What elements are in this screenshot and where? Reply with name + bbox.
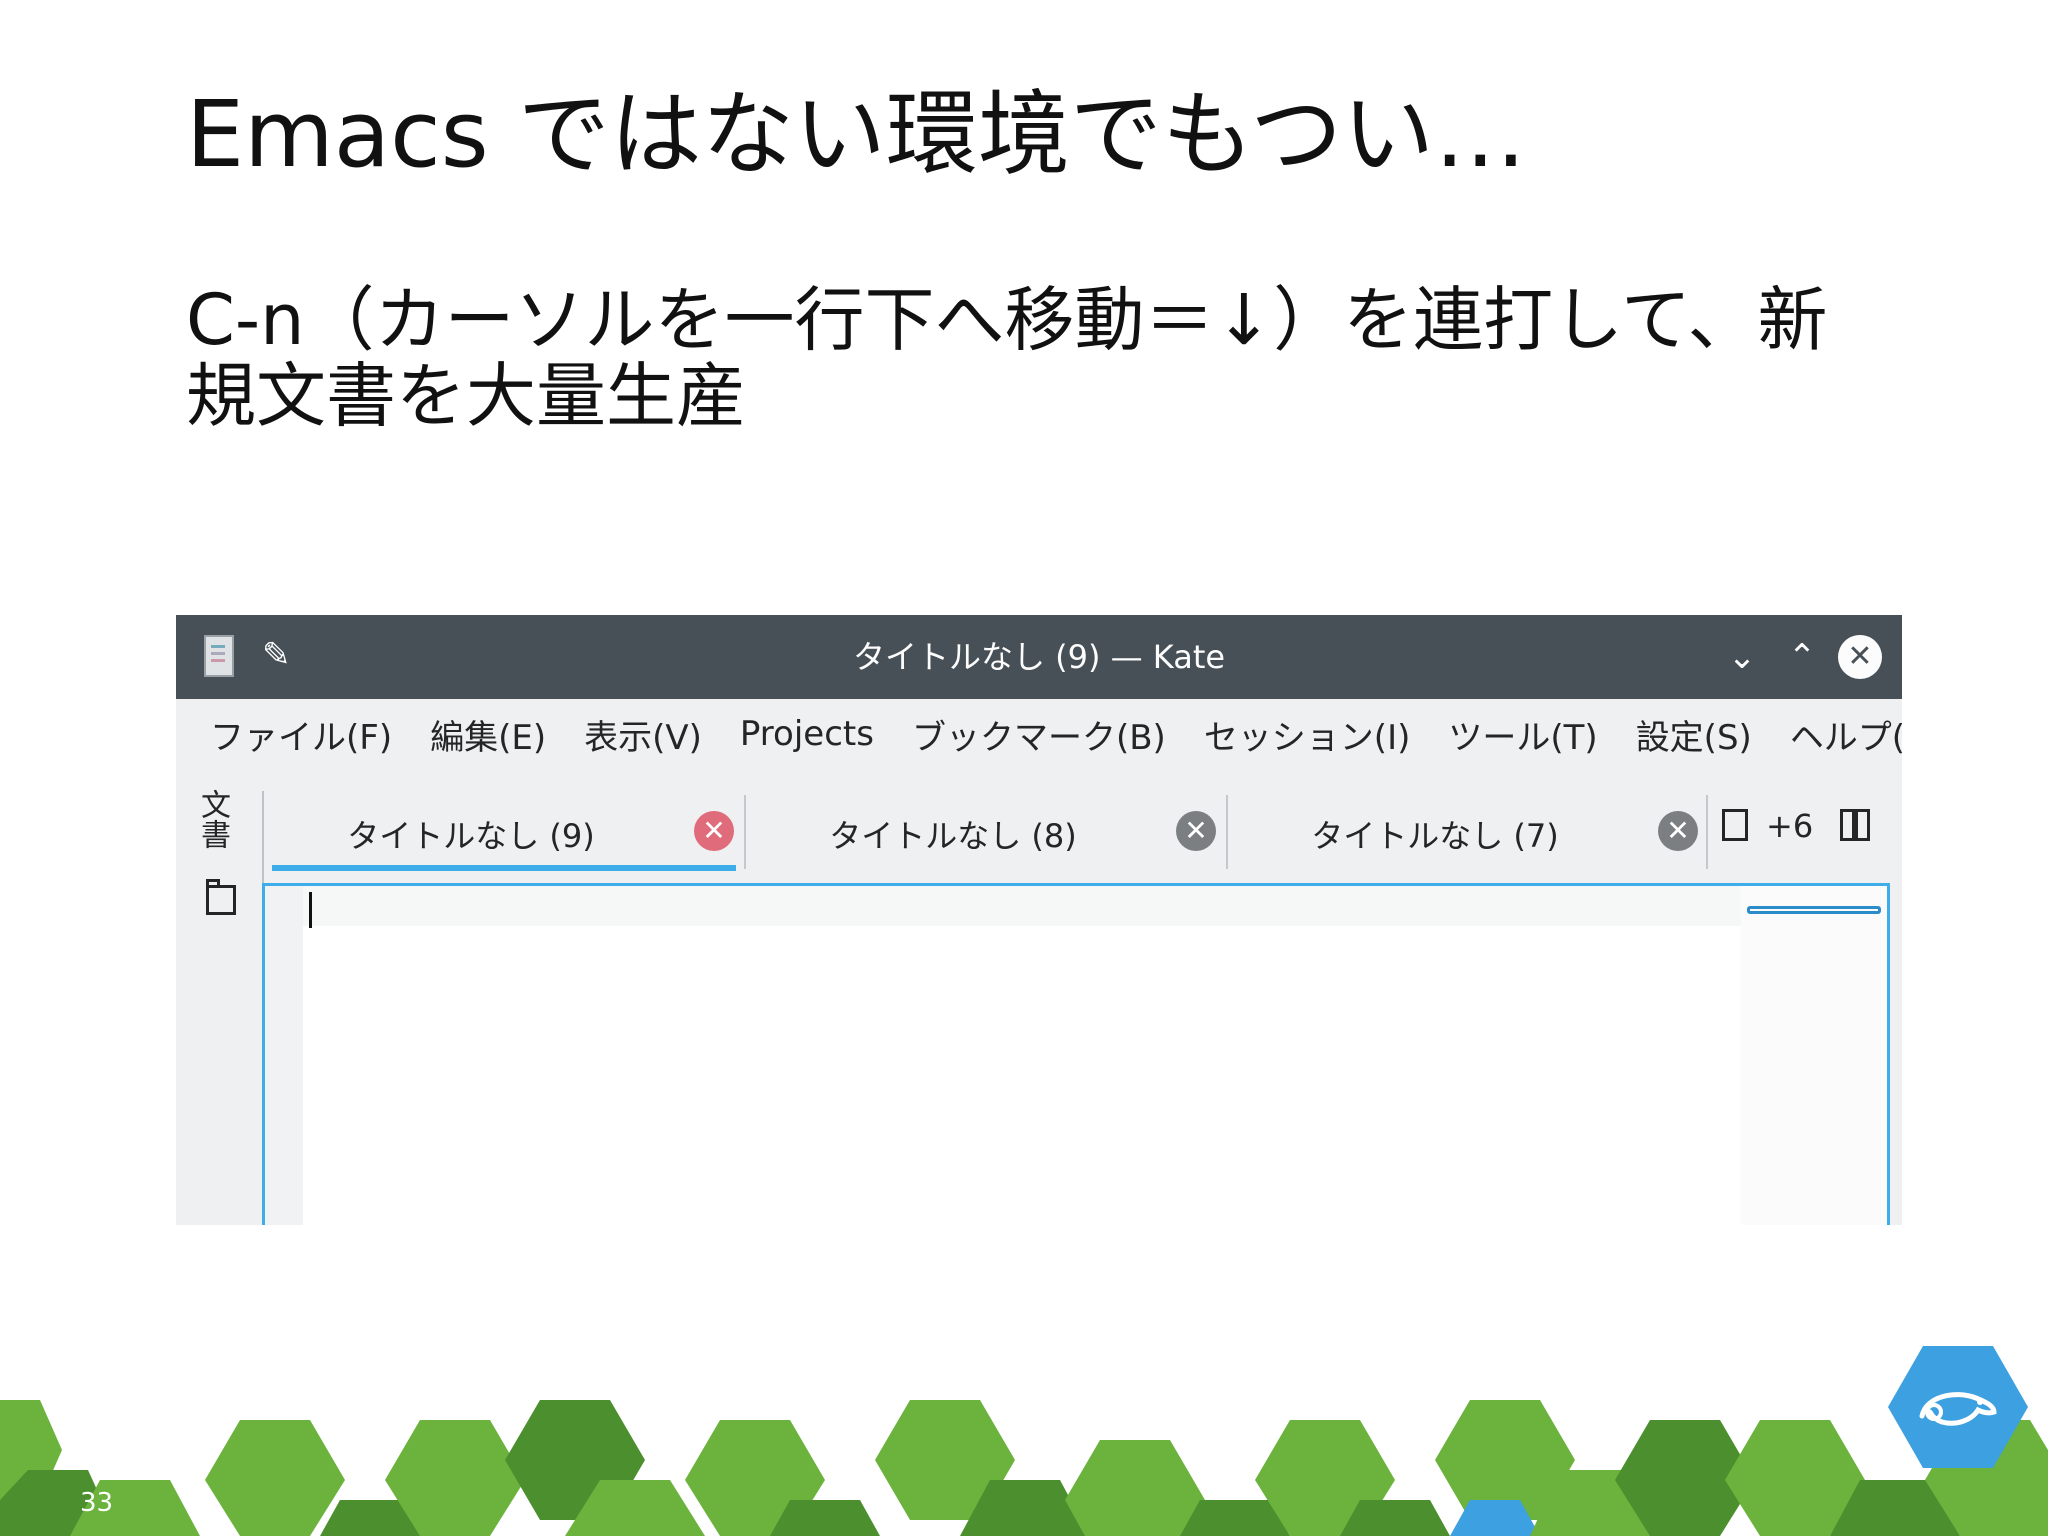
footer-hexagon	[205, 1420, 345, 1536]
window-titlebar[interactable]: ✎ タイトルなし (9) — Kate ⌄ ⌃ ✕	[176, 615, 1902, 699]
menu-bar: ファイル(F) 編集(E) 表示(V) Projects ブックマーク(B) セ…	[176, 699, 1902, 769]
footer-hexagon	[1615, 1420, 1755, 1536]
folder-icon[interactable]	[206, 879, 236, 915]
chevron-up-icon[interactable]: ⌃	[1780, 635, 1824, 679]
footer-hexagon	[685, 1420, 825, 1536]
footer-hexagon	[1340, 1500, 1450, 1536]
window-title: タイトルなし (9) — Kate	[852, 638, 1226, 676]
footer-hexagon	[1725, 1420, 1865, 1536]
tab-document-8[interactable]: タイトルなし (8) ✕	[748, 789, 1224, 873]
footer-hexagon	[385, 1420, 525, 1536]
menu-bookmarks[interactable]: ブックマーク(B)	[912, 710, 1166, 759]
menu-edit[interactable]: 編集(E)	[430, 710, 546, 759]
footer-hexagon	[505, 1400, 645, 1520]
tab-document-9[interactable]: タイトルなし (9) ✕	[266, 789, 742, 873]
chameleon-logo-icon	[1919, 1392, 1997, 1426]
footer-hexagon	[0, 1400, 62, 1500]
footer-hexagon	[770, 1500, 880, 1536]
tab-label: タイトルなし (9)	[347, 817, 595, 855]
minimap-scrollbar[interactable]	[1741, 886, 1887, 1225]
slide-title: Emacs ではない環境でもつい…	[186, 81, 1527, 188]
menu-help[interactable]: ヘルプ(H)	[1790, 710, 1902, 759]
footer-hexagon	[320, 1500, 430, 1536]
kate-window-screenshot: ✎ タイトルなし (9) — Kate ⌄ ⌃ ✕ ファイル(F) 編集(E) …	[176, 615, 1902, 1225]
menu-projects[interactable]: Projects	[740, 714, 874, 754]
footer-hexagon	[1435, 1400, 1575, 1520]
slide-body-text: C-n（カーソルを一行下へ移動＝↓）を連打して、新規文書を大量生産	[186, 279, 1828, 437]
chevron-down-icon[interactable]: ⌄	[1720, 635, 1764, 679]
footer-hexagon	[1450, 1500, 1540, 1536]
tab-separator	[1226, 795, 1228, 869]
footer-hexagon	[875, 1400, 1015, 1520]
side-panel: 文書	[176, 789, 262, 1225]
text-cursor	[309, 892, 312, 928]
footer-hexagon	[1065, 1440, 1205, 1536]
split-view-icon[interactable]	[1840, 809, 1870, 841]
more-tabs-count[interactable]: +6	[1766, 807, 1813, 845]
menu-view[interactable]: 表示(V)	[584, 710, 702, 759]
tab-document-7[interactable]: タイトルなし (7) ✕	[1230, 789, 1706, 873]
page-number: 33	[80, 1488, 114, 1518]
tab-separator	[1706, 795, 1708, 869]
close-icon[interactable]: ✕	[694, 811, 734, 851]
line-gutter	[265, 886, 303, 1225]
close-icon[interactable]: ✕	[1658, 811, 1698, 851]
sidebar-tab-documents[interactable]: 文書	[195, 789, 234, 849]
menu-settings[interactable]: 設定(S)	[1636, 710, 1752, 759]
minimap-viewport[interactable]	[1747, 906, 1881, 914]
document-tab-bar: タイトルなし (9) ✕ タイトルなし (8) ✕ タイトルなし (7) ✕	[266, 789, 1902, 873]
menu-sessions[interactable]: セッション(I)	[1204, 710, 1411, 759]
footer-hexagon	[565, 1480, 705, 1536]
close-icon[interactable]: ✕	[1176, 811, 1216, 851]
footer-hexagon	[960, 1480, 1090, 1536]
menu-tools[interactable]: ツール(T)	[1448, 710, 1597, 759]
footer-hexagon	[1255, 1420, 1395, 1536]
tab-label: タイトルなし (7)	[1311, 817, 1559, 855]
tab-label: タイトルなし (8)	[829, 817, 1077, 855]
footer-hexagon	[1530, 1470, 1660, 1536]
new-document-icon[interactable]	[1722, 809, 1748, 841]
footer-hexagon	[1830, 1480, 1960, 1536]
current-line-highlight	[303, 886, 1741, 926]
footer-hexagon	[1180, 1500, 1290, 1536]
editor-text-area[interactable]	[262, 883, 1890, 1225]
menu-file[interactable]: ファイル(F)	[210, 710, 392, 759]
close-icon[interactable]: ✕	[1838, 635, 1882, 679]
tab-separator	[744, 795, 746, 869]
